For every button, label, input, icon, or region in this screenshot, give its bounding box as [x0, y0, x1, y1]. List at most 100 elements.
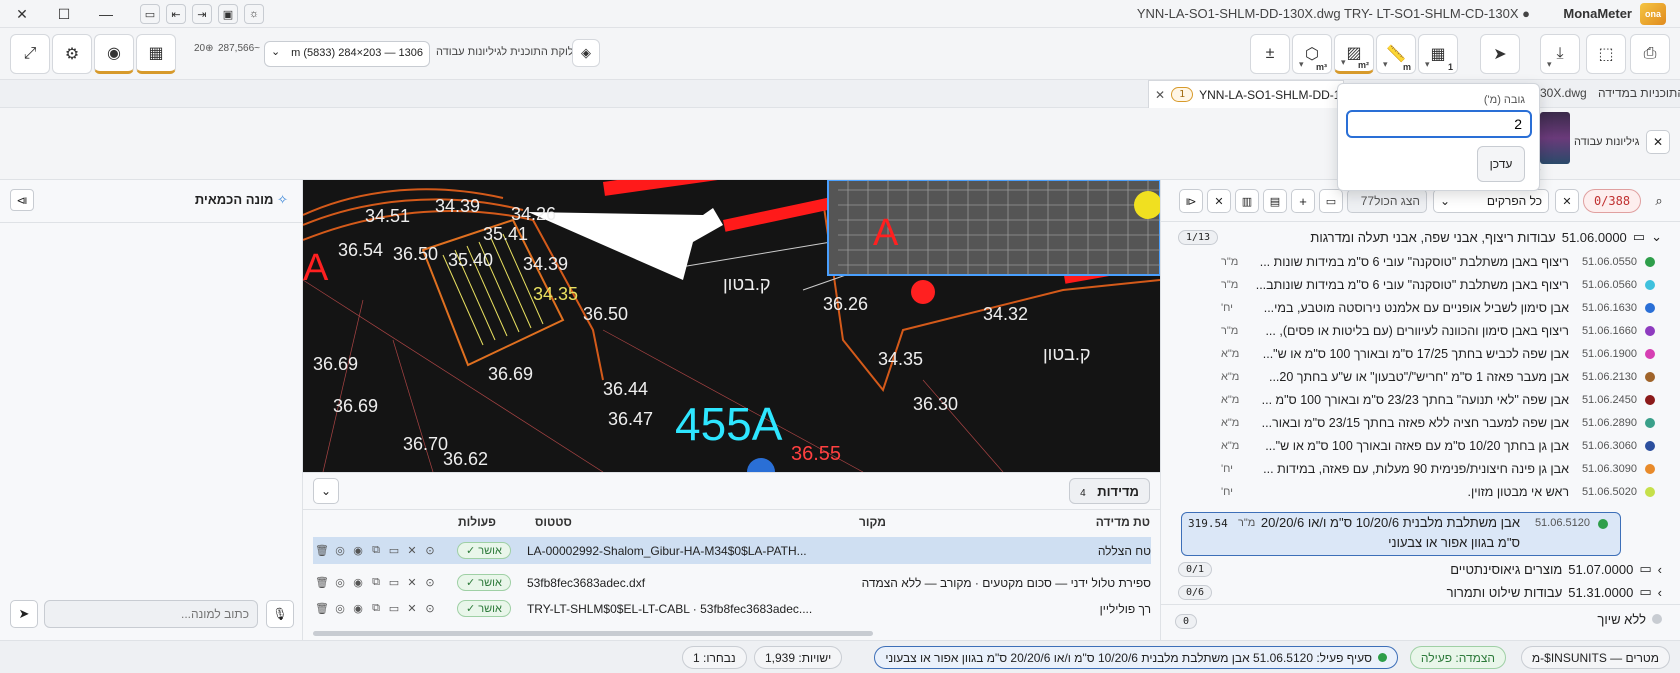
row-source: TRY-LT-SHLM$0$EL-LT-CABL · 53fb8fec3683a…	[526, 601, 813, 616]
minimize-icon[interactable]: —	[96, 4, 116, 24]
list-item[interactable]: 51.06.3090 אבן גן פינה חיצונית/פנימית 90 …	[1221, 457, 1661, 480]
list-item[interactable]: 51.06.2890 אבן שפה למעבר חציה ללא פאזה בח…	[1221, 411, 1661, 434]
show-all-button[interactable]: הצג הכול77	[1347, 189, 1427, 213]
clear-filter-button[interactable]: ✕	[1555, 189, 1579, 213]
visibility-button[interactable]: ◉	[94, 34, 134, 74]
select-tool-button[interactable]: ➤	[1480, 34, 1520, 74]
tab-file-1[interactable]: ✕ 1 YNN-LA-SO1-SHLM-DD-130X	[1148, 80, 1344, 108]
list-item[interactable]: 51.06.5020 ראש אי מבטון מזוין. יח'	[1221, 480, 1661, 503]
save-icon[interactable]: ▣	[218, 4, 238, 24]
count-unit: 1	[1447, 62, 1453, 72]
active-item-status: סעיף פעיל: 51.06.5120 אבן משתלבת מלבנית …	[874, 646, 1398, 669]
table-row[interactable]: 🗑 ◎ ◉ ⧉ ▭ ✕ ⊙ ✓ אושר TRY-LT-SHLM$0$EL-LT-CABL …	[313, 595, 1151, 622]
close-sheets-button[interactable]: ✕	[1646, 130, 1670, 154]
count-tool-button[interactable]: ▦ 1 ▾	[1418, 34, 1458, 74]
plus-minus-button[interactable]: ±	[1250, 34, 1290, 74]
eye-icon[interactable]: ◉	[349, 544, 367, 557]
assistant-input[interactable]	[44, 600, 258, 628]
eye-icon[interactable]: ◉	[349, 576, 367, 589]
table-button[interactable]: ▦	[136, 34, 176, 74]
target-icon[interactable]: ◎	[331, 544, 349, 557]
list-item[interactable]: 51.06.2130 אבן מעבר פאזה 1 ס"מ "חריש"/"טב…	[1221, 365, 1661, 388]
download-button[interactable]: ⤓ ▾	[1540, 34, 1580, 74]
close-icon[interactable]: ✕	[403, 602, 421, 615]
crop-button[interactable]: ⬚	[1586, 34, 1626, 74]
target-icon[interactable]: ◎	[331, 576, 349, 589]
expand-panel-button[interactable]: ⧐	[1179, 189, 1203, 213]
table-row[interactable]: 🗑 ◎ ◉ ⧉ ▭ ✕ ⊙ ✓ אושר 53fb8fec3683adec.dxf ספיר…	[313, 569, 1151, 596]
tab-file-2[interactable]: 30X.dwg	[1540, 86, 1587, 100]
unassigned-row[interactable]: ללא שיוך	[1597, 612, 1662, 627]
close-icon[interactable]: ✕	[403, 544, 421, 557]
volume-tool-button[interactable]: ⬡ m³ ▾	[1292, 34, 1332, 74]
settings-button[interactable]: ⚙	[52, 34, 92, 74]
mic-button[interactable]: 🎙	[266, 600, 294, 628]
chapters-select[interactable]: כל הפרקים ⌄	[1433, 189, 1549, 213]
collapse-measurements-button[interactable]: ⌄	[313, 478, 339, 504]
trash-icon[interactable]: 🗑	[313, 576, 331, 589]
print-button[interactable]: ⎙	[1630, 34, 1670, 74]
columns-button[interactable]: ▥	[1235, 189, 1259, 213]
trash-icon[interactable]: 🗑	[313, 544, 331, 557]
open-files: YNN-LA-SO1-SHLM-DD-130X.dwg TRY- LT-SO1-…	[1136, 6, 1530, 21]
measurements-header[interactable]: מדידות 4	[1069, 478, 1150, 504]
new-folder-button[interactable]: ▭	[1319, 189, 1343, 213]
settings-icon[interactable]: ⊙	[421, 544, 439, 557]
settings-icon[interactable]: ⊙	[421, 576, 439, 589]
maximize-icon[interactable]: ☐	[54, 4, 74, 24]
scale-value: 1306 — 203×284 (5833) m	[291, 47, 423, 59]
folder-icon[interactable]: ▭	[385, 576, 403, 589]
list-item[interactable]: 51.06.3060 אבן גן בחתך 10/20 ס"מ עם פאזה …	[1221, 434, 1661, 457]
group-row[interactable]: › ▭ 51.31.0000 עבודות שילוט ותמרור 0/6	[1178, 581, 1662, 603]
copy-icon[interactable]: ⧉	[367, 576, 385, 589]
list-item[interactable]: 51.06.0560 ריצוף באבן משתלבת "טוסקנה" עוב…	[1221, 273, 1661, 296]
folder-icon[interactable]: ▭	[385, 544, 403, 557]
close-tab-icon[interactable]: ✕	[1155, 88, 1165, 102]
folder-icon[interactable]: ▭	[140, 4, 160, 24]
copy-icon[interactable]: ⧉	[367, 544, 385, 557]
sheet-thumbnail[interactable]	[1540, 112, 1570, 164]
folder-icon[interactable]: ▭	[385, 602, 403, 615]
file-icon: ▤	[1269, 195, 1281, 208]
list-item[interactable]: 51.06.1900 אבן שפה לכביש בחתך 17/25 ס"מ ו…	[1221, 342, 1661, 365]
collapse-all-button[interactable]: ✕	[1207, 189, 1231, 213]
layers-button[interactable]: ◈	[572, 39, 600, 67]
eye-icon[interactable]: ◉	[349, 602, 367, 615]
horizontal-scrollbar[interactable]	[313, 631, 873, 636]
group-row[interactable]: › ▭ 51.07.0000 מוצרים גיאוסינתטיים 0/1	[1178, 558, 1662, 580]
send-button[interactable]: ➤	[10, 600, 38, 628]
theme-icon[interactable]: ☼	[244, 4, 264, 24]
table-row[interactable]: 🗑 ◎ ◉ ⧉ ▭ ✕ ⊙ ✓ אושר LA-00002992-Shalom_Gibur-…	[313, 537, 1151, 564]
status-text: אושר	[478, 545, 502, 557]
length-tool-button[interactable]: 📏 m ▾	[1376, 34, 1416, 74]
close-icon[interactable]: ✕	[403, 576, 421, 589]
list-item[interactable]: 51.06.1630 אבן סימון לשביל אופניים עם אלמ…	[1221, 296, 1661, 319]
settings-icon[interactable]: ⊙	[421, 602, 439, 615]
list-item[interactable]: 51.06.1660 ריצוף באבן סימון והכוונה לעיוו…	[1221, 319, 1661, 342]
selected-list-item[interactable]: 51.06.5120 אבן משתלבת מלבנית 10/20/6 ס"מ…	[1181, 512, 1621, 556]
search-button[interactable]: ⌕	[1647, 189, 1671, 213]
scale-select[interactable]: 1306 — 203×284 (5833) m ⌄	[264, 41, 430, 67]
group-row[interactable]: ⌄ ▭ 51.06.0000 עבודות ריצוף, אבני שפה, א…	[1178, 226, 1662, 248]
file-button[interactable]: ▤	[1263, 189, 1287, 213]
snap-status[interactable]: הצמדה: פעילה	[1409, 646, 1506, 669]
trash-icon[interactable]: 🗑	[313, 602, 331, 615]
area-tool-button[interactable]: ▨ m² ▾	[1334, 34, 1374, 74]
import-icon[interactable]: ⇤	[166, 4, 186, 24]
fullscreen-button[interactable]: ⤢	[10, 34, 50, 74]
item-code: 51.06.1900	[1581, 347, 1637, 360]
collapse-panel-button[interactable]: ⧏	[10, 189, 34, 211]
copy-icon[interactable]: ⧉	[367, 602, 385, 615]
add-button[interactable]: +	[1291, 189, 1315, 213]
target-icon[interactable]: ◎	[331, 602, 349, 615]
close-icon[interactable]: ✕	[12, 4, 32, 24]
item-name: ריצוף באבן משתלבת "טוסקנה" עובי 6 ס"מ במ…	[1255, 277, 1569, 292]
table-header: טת מדידה מקור סטטוס פעולות	[303, 515, 1160, 533]
list-item[interactable]: 51.06.2450 אבן שפה "לאי תנועה" בחתך 23/23…	[1221, 388, 1661, 411]
drawing-canvas[interactable]: A A 34.51 34.39 34.26 35.41 36.54 36.50 …	[303, 180, 1160, 472]
list-item[interactable]: 51.06.0550 ריצוף באבן משתלבת "טוסקנה" עוב…	[1221, 250, 1661, 273]
export-icon[interactable]: ⇥	[192, 4, 212, 24]
height-input[interactable]	[1346, 110, 1532, 138]
update-button[interactable]: עדכן	[1477, 146, 1525, 182]
item-code: 51.06.5120	[1534, 517, 1590, 529]
